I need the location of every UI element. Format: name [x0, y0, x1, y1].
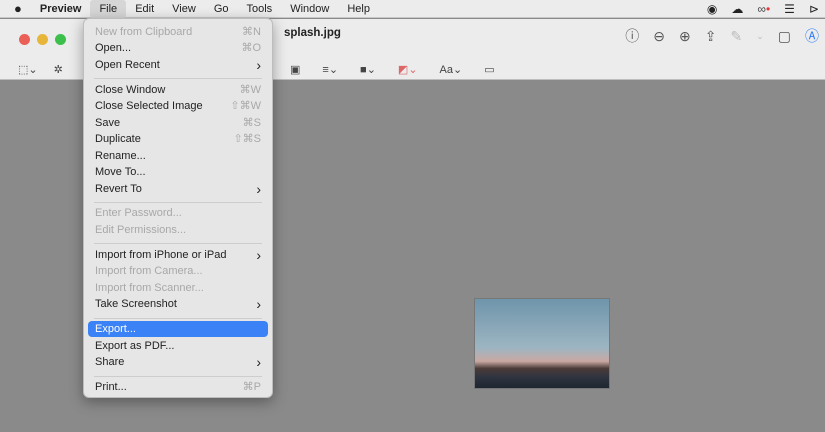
menu-item-label: Take Screenshot [95, 298, 177, 310]
status-creative-cloud-icon[interactable]: ∞• [757, 2, 770, 16]
chevron-right-icon: › [256, 57, 261, 73]
shortcut-label: ⌘S [242, 117, 261, 129]
menu-item-label: Export... [95, 323, 136, 335]
menu-item-print[interactable]: Print... ⌘P [88, 379, 268, 395]
menu-item-label: Print... [95, 381, 127, 393]
adjust-size-icon[interactable]: ▣ [290, 63, 300, 76]
menu-item-label: Enter Password... [95, 207, 182, 219]
menu-separator [94, 376, 262, 377]
zoom-in-icon[interactable]: ⊕ [679, 28, 691, 45]
menu-item-label: Import from Camera... [95, 265, 203, 277]
menu-item-label: Export as PDF... [95, 340, 175, 352]
menu-help[interactable]: Help [338, 0, 379, 18]
chevron-right-icon: › [256, 181, 261, 197]
menu-item-close-selected-image[interactable]: Close Selected Image ⇧⌘W [88, 98, 268, 114]
instant-alpha-icon[interactable]: ✲ [54, 63, 63, 76]
chevron-right-icon: › [256, 247, 261, 263]
menu-item-take-screenshot[interactable]: Take Screenshot › [88, 296, 268, 312]
zoom-button[interactable] [55, 34, 66, 45]
menu-item-label: Open Recent [95, 59, 160, 71]
note-icon[interactable]: ▭ [484, 63, 494, 76]
menu-item-duplicate[interactable]: Duplicate ⇧⌘S [88, 131, 268, 147]
menu-item-open-recent[interactable]: Open Recent › [88, 57, 268, 73]
menu-item-rename[interactable]: Rename... [88, 148, 268, 164]
text-style-button[interactable]: Aa⌄ [440, 63, 463, 76]
menu-item-revert-to[interactable]: Revert To › [88, 181, 268, 197]
markup-pen-icon[interactable]: ✎ [730, 28, 742, 45]
menu-item-move-to[interactable]: Move To... [88, 164, 268, 180]
menu-separator [94, 243, 262, 244]
menu-tools[interactable]: Tools [238, 0, 282, 18]
menu-item-close-window[interactable]: Close Window ⌘W [88, 82, 268, 98]
menu-preview[interactable]: Preview [31, 0, 91, 18]
menu-item-label: Revert To [95, 183, 142, 195]
menu-file[interactable]: File [90, 0, 127, 18]
menu-item-label: Close Selected Image [95, 100, 203, 112]
shortcut-label: ⌘N [242, 26, 261, 38]
status-app-icon[interactable]: ◉ [707, 2, 717, 16]
selection-tool-icon[interactable]: ⬚⌄ [18, 63, 38, 76]
menu-item-import-from-scanner: Import from Scanner... [88, 280, 268, 296]
menu-item-label: Import from iPhone or iPad [95, 249, 227, 261]
menu-item-label: Duplicate [95, 133, 141, 145]
shortcut-label: ⌘W [239, 84, 261, 96]
file-menu: New from Clipboard ⌘N Open... ⌘O Open Recent… [83, 18, 273, 398]
shortcut-label: ⇧⌘S [233, 133, 261, 145]
menu-separator [94, 318, 262, 319]
status-play-icon[interactable]: ⊳ [809, 2, 819, 16]
menu-item-label: Rename... [95, 150, 146, 162]
info-icon[interactable]: ⓘ [625, 26, 639, 46]
menu-item-save[interactable]: Save ⌘S [88, 115, 268, 131]
menu-item-label: Open... [95, 42, 132, 54]
chevron-right-icon: › [256, 354, 261, 370]
menu-item-new-from-clipboard: New from Clipboard ⌘N [88, 24, 268, 40]
rotate-icon[interactable]: ▢ [778, 28, 791, 45]
menu-item-label: New from Clipboard [95, 26, 193, 38]
menu-item-import-from-iphone-or-ipad[interactable]: Import from iPhone or iPad › [88, 247, 268, 263]
shortcut-label: ⌘P [242, 381, 261, 393]
menu-item-share[interactable]: Share › [88, 354, 268, 370]
image-thumbnail[interactable] [474, 298, 610, 389]
menu-edit[interactable]: Edit [126, 0, 163, 18]
zoom-out-icon[interactable]: ⊖ [653, 28, 665, 45]
menu-item-open[interactable]: Open... ⌘O [88, 40, 268, 56]
menu-item-label: Close Window [95, 84, 166, 96]
menu-item-label: Share [95, 356, 125, 368]
shape-style-icon[interactable]: ≡⌄ [322, 63, 338, 76]
menu-go[interactable]: Go [205, 0, 238, 18]
window-title: splash.jpg [284, 27, 341, 39]
border-color-icon[interactable]: ■⌄ [360, 63, 376, 76]
fill-color-icon[interactable]: ◩⌄ [398, 63, 418, 76]
menu-item-label: Edit Permissions... [95, 224, 187, 236]
status-app-icon[interactable]: ☁ [731, 2, 743, 16]
menu-item-import-from-camera: Import from Camera... [88, 263, 268, 279]
chevron-down-icon[interactable]: ⌄ [756, 31, 764, 42]
share-icon[interactable]: ⇪ [705, 28, 717, 45]
menu-window[interactable]: Window [281, 0, 338, 18]
menu-item-label: Save [95, 117, 121, 129]
shortcut-label: ⇧⌘W [230, 100, 261, 112]
menu-separator [94, 202, 262, 203]
menu-item-export-as-pdf[interactable]: Export as PDF... [88, 338, 268, 354]
menu-item-label: Import from Scanner... [95, 282, 204, 294]
status-app-icon[interactable]: ☰ [784, 2, 795, 16]
menu-separator [94, 78, 262, 79]
menu-view[interactable]: View [163, 0, 205, 18]
menu-item-label: Move To... [95, 166, 146, 178]
menu-item-enter-password: Enter Password... [88, 205, 268, 221]
close-button[interactable] [19, 34, 30, 45]
annotate-icon[interactable]: Ⓐ [805, 26, 819, 46]
menu-item-export[interactable]: Export... [88, 321, 268, 337]
menu-item-edit-permissions: Edit Permissions... [88, 222, 268, 238]
shortcut-label: ⌘O [241, 42, 261, 54]
apple-icon[interactable]: ● [0, 0, 31, 18]
minimize-button[interactable] [37, 34, 48, 45]
menu-bar: ● Preview File Edit View Go Tools Window… [0, 0, 825, 18]
chevron-right-icon: › [256, 296, 261, 312]
